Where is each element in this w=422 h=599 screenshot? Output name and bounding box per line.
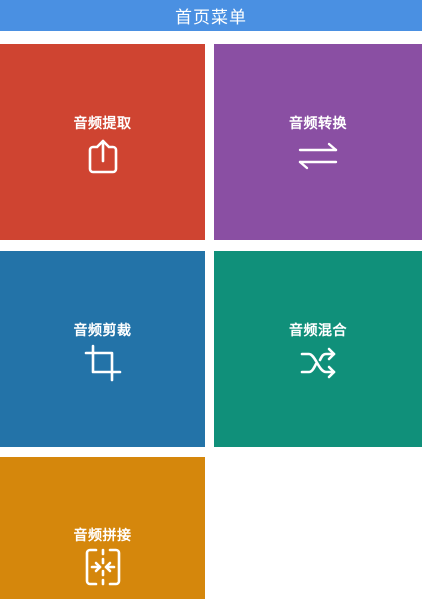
audio-cut-label: 音频剪裁 [73, 323, 132, 339]
audio-mix-label: 音频混合 [289, 323, 347, 339]
merge-icon [83, 547, 123, 587]
swap-arrows-icon [298, 136, 338, 176]
audio-extract-tile[interactable]: 音频提取 [0, 44, 205, 240]
share-upload-icon [83, 136, 123, 176]
audio-convert-label: 音频转换 [289, 116, 347, 132]
audio-join-tile[interactable]: 音频拼接 [0, 457, 205, 599]
audio-join-label: 音频拼接 [73, 528, 132, 544]
crop-icon [83, 343, 123, 383]
shuffle-icon [298, 343, 338, 383]
page-title: 首页菜单 [175, 8, 247, 28]
app-screen: 首页菜单 音频提取 音频转换 音频剪裁 音频混合 音频拼接 [0, 0, 422, 599]
audio-cut-tile[interactable]: 音频剪裁 [0, 251, 205, 447]
audio-extract-label: 音频提取 [73, 116, 132, 132]
audio-convert-tile[interactable]: 音频转换 [214, 44, 422, 240]
top-bar: 首页菜单 [0, 0, 422, 31]
audio-mix-tile[interactable]: 音频混合 [214, 251, 422, 447]
